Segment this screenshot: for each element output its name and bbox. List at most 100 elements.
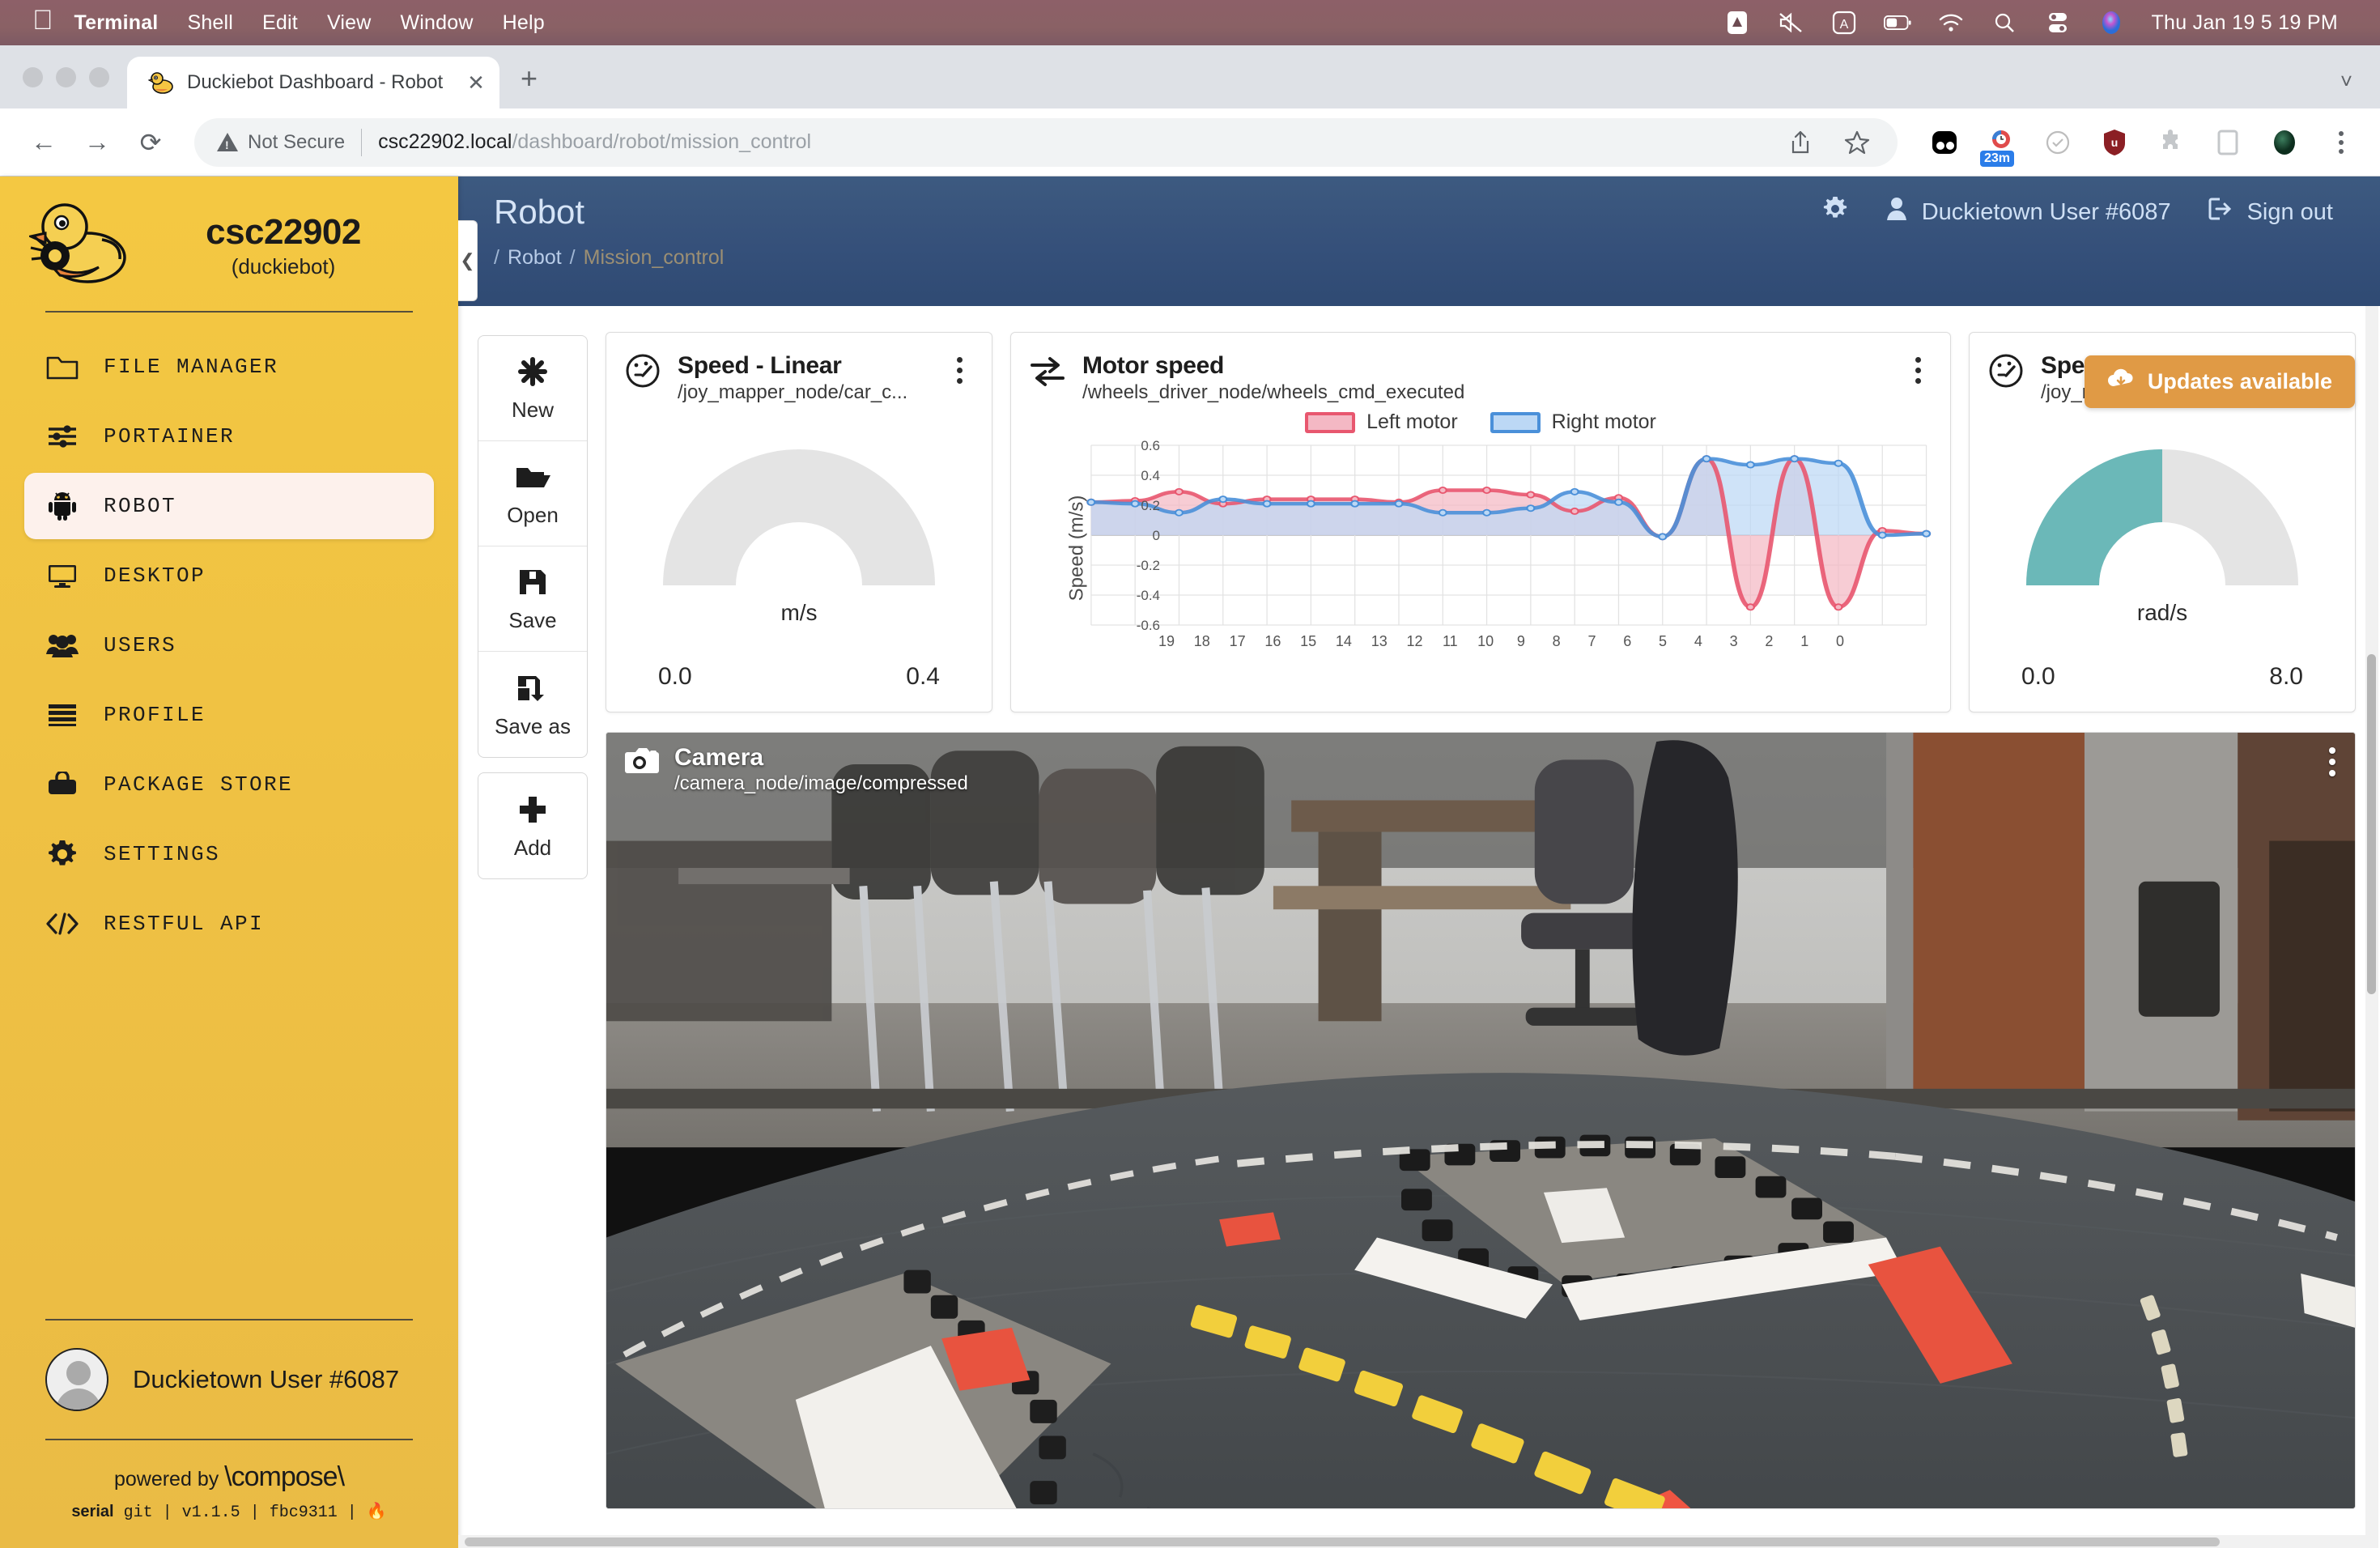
page-title: Robot: [494, 193, 585, 231]
extensions-puzzle-icon[interactable]: [2153, 125, 2189, 160]
url-host: csc22902.local: [378, 130, 512, 153]
control-center-icon[interactable]: [2044, 9, 2072, 36]
sidebar-label: DESKTOP: [104, 563, 206, 588]
menu-window[interactable]: Window: [400, 11, 473, 35]
dark-reader-icon[interactable]: [1927, 125, 1962, 160]
forward-button[interactable]: →: [74, 120, 120, 165]
dashboard-content: New Open Save Save as Add Speed - Linear…: [458, 306, 2380, 1548]
open-button[interactable]: Open: [478, 441, 587, 546]
legend-right-motor[interactable]: Right motor: [1490, 410, 1656, 434]
reading-list-icon[interactable]: [2210, 125, 2246, 160]
sidebar-collapse-handle[interactable]: ❮: [458, 220, 478, 301]
add-button[interactable]: Add: [478, 773, 587, 878]
sidebar-brand: csc22902 (duckiebot): [0, 176, 458, 298]
new-tab-button[interactable]: +: [521, 62, 538, 96]
menubar-status-area: A Thu Jan 19 5 19 PM: [1723, 9, 2362, 36]
svg-text:13: 13: [1371, 633, 1388, 649]
share-icon[interactable]: [1783, 125, 1818, 160]
search-icon[interactable]: [1991, 9, 2018, 36]
maximize-window-button[interactable]: [89, 66, 109, 87]
menu-edit[interactable]: Edit: [262, 11, 298, 35]
apple-logo-icon[interactable]: : [32, 6, 53, 34]
code-brackets-icon: [45, 907, 79, 941]
svg-text:A: A: [1840, 18, 1849, 32]
clock-check-icon[interactable]: [2040, 125, 2076, 160]
dropbox-icon[interactable]: [1723, 9, 1751, 36]
menu-help[interactable]: Help: [503, 11, 545, 35]
chevron-down-icon[interactable]: ˅: [2340, 69, 2380, 108]
gear-icon[interactable]: [1821, 195, 1849, 229]
address-bar[interactable]: Not Secure csc22902.local/dashboard/robo…: [194, 117, 1898, 167]
sidebar-item-portainer[interactable]: PORTAINER: [24, 403, 434, 470]
svg-text:-0.4: -0.4: [1137, 588, 1160, 603]
horizontal-scrollbar-thumb[interactable]: [465, 1537, 2220, 1546]
cloud-download-icon: [2107, 368, 2135, 395]
security-status[interactable]: Not Secure: [217, 131, 345, 154]
svg-text:18: 18: [1194, 633, 1210, 649]
wifi-icon[interactable]: [1937, 9, 1965, 36]
sidebar-item-package-store[interactable]: PACKAGE STORE: [24, 751, 434, 818]
legend-left-motor[interactable]: Left motor: [1305, 410, 1458, 434]
sidebar-item-restful-api[interactable]: RESTFUL API: [24, 891, 434, 957]
back-button[interactable]: ←: [21, 120, 66, 165]
chart-body: Left motor Right motor Speed (m/s) 0.6 0…: [1011, 404, 1950, 712]
sidebar-item-robot[interactable]: ROBOT: [24, 473, 434, 539]
sidebar-item-users[interactable]: USERS: [24, 612, 434, 678]
chrome-menu-icon[interactable]: [2323, 125, 2359, 160]
gauge-min: 0.0: [658, 663, 692, 690]
menubar-clock[interactable]: Thu Jan 19 5 19 PM: [2151, 11, 2338, 35]
widget-header: Motor speed /wheels_driver_node/wheels_c…: [1011, 333, 1950, 404]
kebab-menu-icon[interactable]: [945, 352, 974, 384]
bookmark-star-icon[interactable]: [1839, 125, 1875, 160]
menu-shell[interactable]: Shell: [187, 11, 233, 35]
warning-triangle-icon: [217, 132, 238, 152]
menu-app-name[interactable]: Terminal: [74, 11, 159, 35]
sidebar-divider-mid: [45, 1319, 413, 1320]
header-user[interactable]: Duckietown User #6087: [1886, 197, 2171, 228]
svg-text:7: 7: [1587, 633, 1596, 649]
browser-tab[interactable]: Duckiebot Dashboard - Robot ✕: [127, 57, 499, 108]
svg-text:1: 1: [1800, 633, 1808, 649]
input-source-A-icon[interactable]: A: [1830, 9, 1858, 36]
sidebar-item-settings[interactable]: SETTINGS: [24, 821, 434, 887]
chart-legend: Left motor Right motor: [1029, 410, 1932, 434]
widget-speed-angular: Speed - Angular /joy_mapper_node/car_c..…: [1969, 332, 2356, 712]
vertical-scrollbar-thumb[interactable]: [2367, 654, 2376, 994]
updates-available-badge[interactable]: Updates available: [2084, 355, 2355, 408]
breadcrumb-root[interactable]: Robot: [508, 246, 562, 270]
horizontal-scrollbar[interactable]: [458, 1535, 2365, 1548]
reload-button[interactable]: ⟳: [128, 120, 173, 165]
signout-icon: [2208, 197, 2234, 228]
minimize-window-button[interactable]: [56, 66, 76, 87]
widget-title: Motor speed: [1082, 352, 1225, 379]
chart-axis-labels: 0.60.40.20-0.2-0.4-0.619 18 17 16 15 14 13 12 11…: [1137, 439, 1844, 649]
signout-button[interactable]: Sign out: [2208, 197, 2333, 228]
mute-icon[interactable]: [1777, 9, 1804, 36]
vertical-scrollbar[interactable]: [2365, 306, 2378, 1548]
rail-label: New: [511, 398, 554, 422]
timer-icon[interactable]: 23m: [1980, 125, 2019, 167]
new-button[interactable]: New: [478, 336, 587, 441]
save-as-button[interactable]: Save as: [478, 652, 587, 757]
widget-row-top: Speed - Linear /joy_mapper_node/car_c...…: [606, 332, 2356, 712]
browser-extension-icons: 23m u: [1919, 125, 2359, 167]
kebab-menu-icon[interactable]: [1903, 352, 1932, 384]
close-window-button[interactable]: [23, 66, 43, 87]
widget-camera[interactable]: Camera /camera_node/image/compressed: [606, 732, 2356, 1509]
sidebar-label: USERS: [104, 633, 177, 657]
sidebar-item-file-manager[interactable]: FILE MANAGER: [24, 334, 434, 400]
profile-avatar-icon[interactable]: [2267, 125, 2302, 160]
menu-view[interactable]: View: [327, 11, 372, 35]
tab-close-icon[interactable]: ✕: [467, 70, 485, 96]
sidebar-item-profile[interactable]: PROFILE: [24, 682, 434, 748]
sidebar-user[interactable]: Duckietown User #6087: [0, 1320, 458, 1439]
rail-label: Open: [507, 503, 559, 527]
siri-icon[interactable]: [2097, 9, 2125, 36]
battery-icon[interactable]: [1884, 9, 1912, 36]
save-button[interactable]: Save: [478, 546, 587, 652]
sidebar-item-desktop[interactable]: DESKTOP: [24, 542, 434, 609]
main-area: Robot Duckietown User #6087 Sign out / R…: [458, 176, 2380, 1548]
svg-text:15: 15: [1300, 633, 1316, 649]
ublock-shield-icon[interactable]: u: [2097, 125, 2132, 160]
kebab-menu-icon[interactable]: [2329, 747, 2335, 776]
